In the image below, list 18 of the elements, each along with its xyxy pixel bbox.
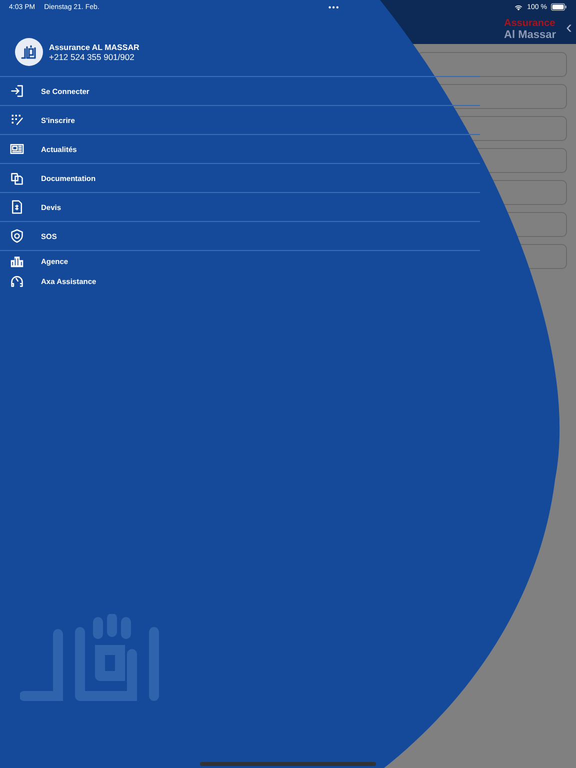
phone-number: +212 524 355 901/902 (49, 52, 136, 62)
logo-icon (15, 38, 43, 66)
grid-pencil-icon (10, 113, 24, 127)
document-icon (10, 200, 24, 214)
battery-icon (551, 3, 567, 11)
documents-icon (10, 171, 24, 185)
headset-icon (10, 274, 24, 288)
logo-watermark-icon (20, 614, 160, 704)
brand-name: Assurance (504, 18, 556, 29)
wifi-icon (514, 4, 524, 10)
company-name: Assurance AL MASSAR (49, 42, 140, 52)
newspaper-icon (10, 142, 24, 156)
brand-name: Al Massar (504, 29, 556, 41)
multitask-indicator[interactable]: ••• (328, 2, 340, 12)
shield-icon (10, 229, 24, 243)
back-button[interactable]: ‹ (566, 17, 572, 38)
buildings-icon (10, 254, 24, 268)
login-icon (10, 84, 24, 98)
